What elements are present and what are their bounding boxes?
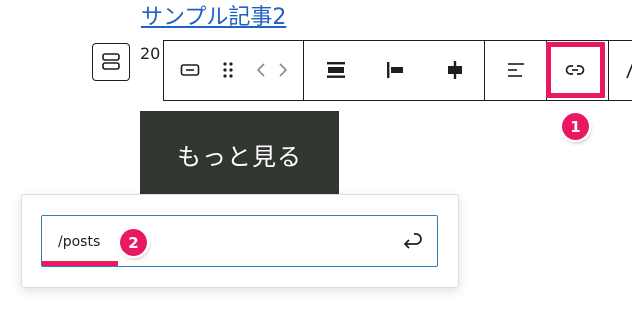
url-input-value: /posts xyxy=(58,234,101,250)
url-input[interactable] xyxy=(41,215,438,267)
button-block-icon[interactable] xyxy=(174,54,206,86)
post-date-fragment: 20 xyxy=(140,44,161,63)
link-button-highlight xyxy=(546,42,605,98)
align-text-left-icon[interactable] xyxy=(499,54,533,86)
url-highlight-underline xyxy=(42,261,118,266)
chevron-left-right-icon[interactable] xyxy=(252,54,292,86)
group-block-icon xyxy=(102,53,120,70)
justify-left-icon[interactable] xyxy=(378,54,412,86)
more-button[interactable]: もっと見る xyxy=(140,111,339,197)
justify-center-icon[interactable] xyxy=(438,54,472,86)
enter-return-icon[interactable] xyxy=(398,226,426,256)
drag-handle-icon[interactable] xyxy=(214,54,242,86)
step-badge-1: 1 xyxy=(562,113,589,140)
toolbar-separator xyxy=(484,41,485,100)
toolbar-separator xyxy=(608,41,609,100)
align-top-icon[interactable] xyxy=(319,54,353,86)
step-badge-2: 2 xyxy=(120,229,147,256)
post-title-link[interactable]: サンプル記事2 xyxy=(141,3,286,33)
editor-canvas: サンプル記事2 20 1 もっと見る /posts 2 xyxy=(0,0,632,323)
more-options-partial-icon[interactable] xyxy=(620,54,632,86)
query-block-icon[interactable] xyxy=(92,43,130,81)
toolbar-separator xyxy=(303,41,304,100)
